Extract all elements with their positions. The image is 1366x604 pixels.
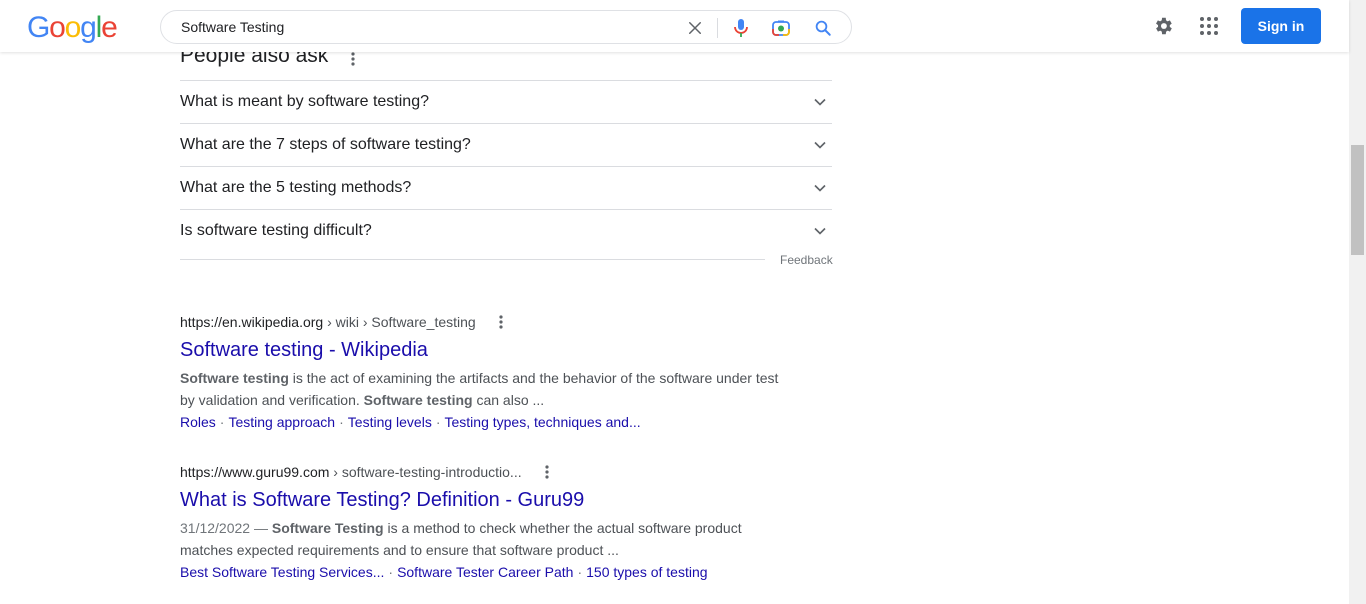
snippet-highlight: Software testing xyxy=(180,370,289,386)
paa-question[interactable]: What is meant by software testing? xyxy=(180,80,832,123)
result-sitelinks: Best Software Testing Services... · Softwa… xyxy=(180,562,708,582)
camera-lens-icon[interactable] xyxy=(771,18,791,38)
sitelink-separator: · xyxy=(435,414,441,430)
result-url[interactable]: https://en.wikipedia.org › wiki › Softwa… xyxy=(180,312,800,332)
sitelink[interactable]: 150 types of testing xyxy=(586,564,707,580)
snippet-text: can also ... xyxy=(472,392,545,408)
result-domain: https://en.wikipedia.org xyxy=(180,314,324,330)
sitelink[interactable]: Testing approach xyxy=(228,414,335,430)
search-divider xyxy=(717,18,718,38)
result-title-link[interactable]: What is Software Testing? Definition - G… xyxy=(180,489,584,512)
paa-question-text: Is software testing difficult? xyxy=(180,222,372,239)
logo-letter: e xyxy=(101,11,118,44)
result-path: › wiki › Software_testing xyxy=(323,314,476,330)
search-result: https://www.guru99.com › software-testin… xyxy=(180,462,800,587)
result-sitelinks: Roles · Testing approach · Testing levels · Te… xyxy=(180,412,641,432)
chevron-down-icon xyxy=(814,227,826,235)
paa-question-text: What are the 5 testing methods? xyxy=(180,179,412,196)
page-scrollbar[interactable] xyxy=(1349,0,1366,604)
sitelink[interactable]: Testing levels xyxy=(348,414,432,430)
clear-icon[interactable] xyxy=(685,18,705,38)
logo-letter: G xyxy=(27,11,50,44)
scrollbar-thumb[interactable] xyxy=(1351,145,1364,255)
result-snippet: Software testing is the act of examining… xyxy=(180,367,790,411)
google-logo[interactable]: Google xyxy=(27,11,118,44)
snippet-highlight: Software testing xyxy=(363,392,473,408)
paa-question-text: What are the 7 steps of software testing… xyxy=(180,136,471,153)
chevron-down-icon xyxy=(814,141,826,149)
sitelink-separator: · xyxy=(339,414,344,430)
microphone-icon[interactable] xyxy=(731,18,751,38)
result-snippet: 31/12/2022 — Software Testing is a metho… xyxy=(180,517,760,561)
paa-question[interactable]: Is software testing difficult? xyxy=(180,209,832,252)
paa-divider xyxy=(180,259,765,260)
search-icon[interactable] xyxy=(813,18,833,38)
sitelink-separator: · xyxy=(577,564,583,580)
settings-gear-icon[interactable] xyxy=(1151,14,1175,38)
chevron-down-icon xyxy=(814,98,826,106)
result-date: 31/12/2022 — xyxy=(180,520,272,536)
sitelink-separator: · xyxy=(219,414,225,430)
paa-question[interactable]: What are the 5 testing methods? xyxy=(180,166,832,209)
search-input[interactable] xyxy=(181,17,661,37)
result-url[interactable]: https://www.guru99.com › software-testin… xyxy=(180,462,800,482)
sign-in-button[interactable]: Sign in xyxy=(1241,8,1321,44)
chevron-down-icon xyxy=(814,184,826,192)
sitelink[interactable]: Software Tester Career Path xyxy=(397,564,573,580)
paa-question[interactable]: What are the 7 steps of software testing… xyxy=(180,123,832,166)
result-title-link[interactable]: Software testing - Wikipedia xyxy=(180,339,428,362)
logo-letter: o xyxy=(64,11,82,44)
result-path: › software-testing-introductio... xyxy=(329,464,522,480)
paa-list: What is meant by software testing? What … xyxy=(180,80,832,252)
result-domain: https://www.guru99.com xyxy=(180,464,330,480)
sitelink[interactable]: Roles xyxy=(180,414,216,430)
top-header: Google Software Testing Sign in xyxy=(0,0,1349,52)
more-options-icon[interactable] xyxy=(494,312,508,332)
logo-letter: o xyxy=(49,11,66,44)
logo-letter: g xyxy=(80,11,97,44)
more-options-icon[interactable] xyxy=(540,462,554,482)
search-result: https://en.wikipedia.org › wiki › Softwa… xyxy=(180,312,800,437)
more-options-icon[interactable] xyxy=(346,49,360,69)
feedback-link[interactable]: Feedback xyxy=(780,253,833,267)
paa-question-text: What is meant by software testing? xyxy=(180,93,429,110)
search-box xyxy=(160,10,852,44)
snippet-highlight: Software Testing xyxy=(271,520,384,536)
sitelink-separator: · xyxy=(388,564,394,580)
sitelink[interactable]: Best Software Testing Services... xyxy=(180,564,384,580)
apps-grid-icon[interactable] xyxy=(1197,14,1221,38)
sitelink[interactable]: Testing types, techniques and... xyxy=(445,414,641,430)
